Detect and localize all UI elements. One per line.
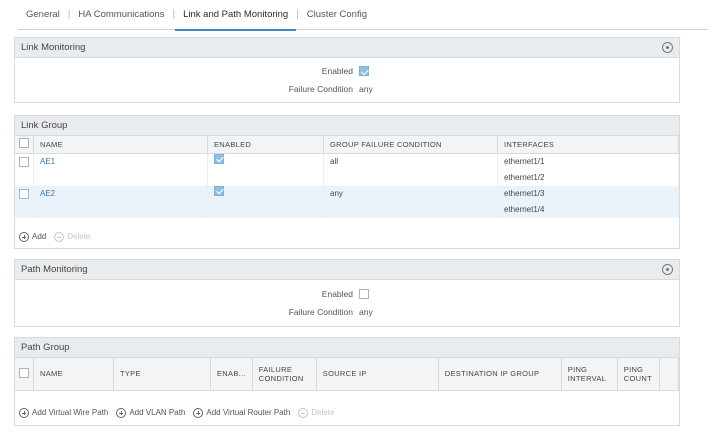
link-monitoring-title: Link Monitoring	[21, 42, 86, 53]
interface-item: ethernet1/1	[504, 156, 545, 166]
link-group-panel: Link Group NAME ENABLED GROUP FAILURE CO…	[14, 115, 680, 249]
link-monitoring-header: Link Monitoring	[15, 38, 679, 58]
path-group-header: Path Group	[15, 338, 679, 358]
add-virtual-wire-path-label: Add Virtual Wire Path	[32, 408, 109, 417]
tab-link-and-path-monitoring[interactable]: Link and Path Monitoring	[175, 0, 297, 31]
enabled-checkbox	[214, 185, 224, 196]
add-icon	[19, 231, 29, 242]
row-checkbox[interactable]	[19, 156, 29, 167]
path-failure-row: Failure Condition any	[239, 307, 373, 317]
interface-item: ethernet1/2	[504, 172, 545, 182]
table-row[interactable]: AE2 any ethernet1/3 ethernet1/4	[15, 185, 679, 218]
row-select-cell	[15, 153, 34, 186]
select-all-checkbox[interactable]	[19, 367, 29, 378]
path-failure-label: Failure Condition	[288, 307, 353, 317]
tab-ha-communications[interactable]: HA Communications	[70, 0, 172, 30]
interfaces-cell: ethernet1/3 ethernet1/4	[497, 185, 679, 218]
select-all-cell	[15, 358, 34, 391]
link-failure-row: Failure Condition any	[239, 84, 373, 94]
link-monitoring-panel: Link Monitoring Enabled Failure Conditio…	[14, 37, 680, 103]
add-vlan-path-label: Add VLAN Path	[129, 408, 186, 417]
link-group-actions: Add Delete	[15, 227, 94, 246]
column-header-name[interactable]: NAME	[33, 136, 208, 154]
path-group-panel: Path Group NAME TYPE ENAB... FAILURE CON…	[14, 337, 680, 426]
enabled-cell	[207, 185, 324, 218]
tab-bar: General | HA Communications | Link and P…	[18, 0, 708, 31]
link-failure-label: Failure Condition	[288, 84, 353, 94]
path-monitoring-panel: Path Monitoring Enabled Failure Conditio…	[14, 259, 680, 327]
column-header-ping-interval[interactable]: PING INTERVAL	[561, 358, 618, 391]
link-group-header: Link Group	[15, 116, 679, 136]
path-group-table: NAME TYPE ENAB... FAILURE CONDITION SOUR…	[15, 358, 680, 391]
add-virtual-wire-path-button[interactable]: Add Virtual Wire Path	[19, 407, 109, 418]
column-header-source-ip[interactable]: SOURCE IP	[316, 358, 439, 391]
row-checkbox[interactable]	[19, 188, 29, 199]
column-header-interfaces[interactable]: INTERFACES	[497, 136, 679, 154]
path-enabled-label: Enabled	[321, 289, 353, 299]
delete-icon	[54, 231, 65, 242]
column-header-failure-condition[interactable]: FAILURE CONDITION	[252, 358, 317, 391]
add-label: Add	[32, 232, 47, 241]
name-cell: AE2	[33, 185, 208, 218]
add-link-group-button[interactable]: Add	[19, 231, 47, 242]
group-failure-condition: all	[330, 156, 339, 166]
add-virtual-router-path-button[interactable]: Add Virtual Router Path	[193, 407, 291, 418]
column-header-destination-ip-group[interactable]: DESTINATION IP GROUP	[438, 358, 562, 391]
link-enabled-row: Enabled	[239, 66, 369, 76]
column-header-enabled[interactable]: ENABLED	[207, 136, 324, 154]
enabled-checkbox	[214, 153, 224, 164]
delete-label: Delete	[311, 408, 335, 417]
link-failure-value[interactable]: any	[359, 84, 373, 94]
add-icon	[116, 407, 127, 418]
add-virtual-router-path-label: Add Virtual Router Path	[206, 408, 291, 417]
condition-cell: any	[323, 185, 498, 218]
gear-icon[interactable]	[662, 42, 673, 53]
path-group-title: Path Group	[21, 342, 70, 353]
link-enabled-label: Enabled	[321, 66, 353, 76]
link-group-name[interactable]: AE2	[40, 186, 201, 202]
path-monitoring-title: Path Monitoring	[21, 264, 88, 275]
column-header-enabled[interactable]: ENAB...	[210, 358, 253, 391]
path-enabled-checkbox[interactable]	[359, 289, 369, 299]
delete-link-group-button[interactable]: Delete	[54, 231, 91, 242]
interfaces-cell: ethernet1/1 ethernet1/2	[497, 153, 679, 186]
select-all-checkbox[interactable]	[19, 138, 29, 149]
interface-item: ethernet1/4	[504, 204, 545, 214]
delete-path-group-button[interactable]: Delete	[298, 407, 335, 418]
add-icon	[193, 407, 204, 418]
tab-general[interactable]: General	[18, 0, 68, 30]
column-header-name[interactable]: NAME	[33, 358, 114, 391]
condition-cell: all	[323, 153, 498, 186]
path-failure-value[interactable]: any	[359, 307, 373, 317]
select-all-cell	[15, 136, 34, 154]
row-select-cell	[15, 185, 34, 218]
add-vlan-path-button[interactable]: Add VLAN Path	[116, 407, 186, 418]
name-cell: AE1	[33, 153, 208, 186]
enabled-cell	[207, 153, 324, 186]
link-group-name[interactable]: AE1	[40, 154, 201, 170]
delete-label: Delete	[67, 232, 91, 241]
link-group-table: NAME ENABLED GROUP FAILURE CONDITION INT…	[15, 136, 679, 218]
path-group-actions: Add Virtual Wire Path Add VLAN Path Add …	[15, 403, 338, 422]
column-header-ping-count[interactable]: PING COUNT	[617, 358, 660, 391]
interface-item: ethernet1/3	[504, 188, 545, 198]
group-failure-condition: any	[330, 188, 343, 198]
path-enabled-row: Enabled	[239, 289, 369, 299]
column-header-type[interactable]: TYPE	[113, 358, 211, 391]
link-group-title: Link Group	[21, 120, 68, 131]
table-row[interactable]: AE1 all ethernet1/1 ethernet1/2	[15, 153, 679, 186]
gear-icon[interactable]	[662, 264, 673, 275]
tab-cluster-config[interactable]: Cluster Config	[299, 0, 375, 30]
add-icon	[19, 407, 29, 418]
delete-icon	[298, 407, 309, 418]
path-monitoring-header: Path Monitoring	[15, 260, 679, 280]
column-header-group-failure-condition[interactable]: GROUP FAILURE CONDITION	[323, 136, 498, 154]
column-header-spacer	[659, 358, 680, 391]
link-enabled-checkbox[interactable]	[359, 66, 369, 76]
